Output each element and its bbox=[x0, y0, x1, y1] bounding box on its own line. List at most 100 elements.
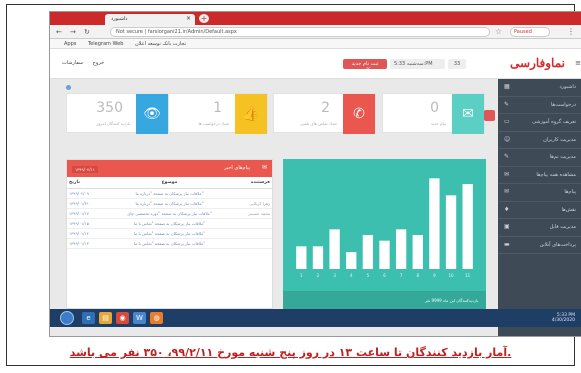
sidebar-item[interactable]: نقش‌ها ♦ bbox=[498, 202, 581, 219]
eye-icon: 👁 bbox=[136, 94, 168, 134]
chart-tick-label: 3 bbox=[333, 273, 336, 278]
chrome-icon[interactable]: ◉ bbox=[116, 312, 129, 324]
back-icon[interactable]: ← bbox=[56, 28, 62, 36]
chart-bar bbox=[296, 246, 307, 269]
recent-messages-panel: ۱۳۹۹/۰۲/۱۱ پیام‌های اخیر ✉ تاریخ موضوع ف… bbox=[66, 159, 273, 309]
sidebar-item-label: مدیریت فایل bbox=[549, 224, 576, 230]
screenshot-area: داشبورد × + ← → ↻ Not secure | farsiorga… bbox=[49, 11, 581, 337]
chart-bar bbox=[312, 246, 324, 269]
col-header-subject: موضوع bbox=[101, 177, 238, 189]
cell-date: ۱۳۹۹/۰۱/۱۳ bbox=[67, 238, 101, 249]
chart-bar bbox=[362, 235, 374, 269]
windows-taskbar: e ▤ ◉ W ◍ 5:33 PM 4/30/2020 bbox=[50, 309, 581, 327]
sidebar-item[interactable]: مشاهده همه پیام‌ها ✉ bbox=[498, 167, 581, 184]
main-content: ✉ 0 پیام جدید ✆ 2 تعداد تماس های تلفنی 👍… bbox=[50, 79, 500, 336]
sidebar-item[interactable]: مدیریت تم‌ها ✎ bbox=[498, 149, 581, 167]
cell-subject: ملاقات نیاز پزشکان به صفحه "درباره ما" bbox=[101, 198, 238, 209]
table-row[interactable]: ۱۳۹۹/۰۱/۱۵ ملاقات نیاز پزشکان به صفحه "تم… bbox=[67, 218, 272, 229]
sidebar-item[interactable]: تعریف گروه آموزشی ▭ bbox=[498, 114, 581, 132]
chart-caption: بازدیدکنندگان این ماه 9999 نفر bbox=[283, 291, 486, 309]
chart-tick-label: 4 bbox=[350, 273, 353, 278]
sidebar-item-label: مشاهده همه پیام‌ها bbox=[536, 171, 576, 178]
visitors-bar-chart: 1 2 3 4 5 6 7 8 9 10 11 bbox=[296, 178, 473, 278]
stat-card-calls[interactable]: ✆ 2 تعداد تماس های تلفنی bbox=[273, 93, 376, 134]
profile-button[interactable]: Paused bbox=[510, 27, 550, 37]
cell-date: ۱۳۹۹/۰۱/۳۱ bbox=[67, 198, 101, 209]
sidebar-item[interactable]: درخواست‌ها ✎ bbox=[498, 97, 581, 114]
chart-bar bbox=[346, 252, 357, 269]
new-tab-icon[interactable]: + bbox=[199, 14, 209, 23]
stat-label: بازدید کنندگان امروز bbox=[96, 121, 130, 126]
stat-value: 350 bbox=[96, 100, 123, 116]
messages-table: تاریخ موضوع فرستنده ۱۳۹۹/۰۲/۰۹ ملاقات نیا… bbox=[67, 177, 272, 249]
cell-date: ۱۳۹۹/۰۲/۰۹ bbox=[67, 188, 101, 199]
table-row[interactable]: ۱۳۹۹/۰۲/۰۹ ملاقات نیاز پزشکان به صفحه "در… bbox=[67, 188, 272, 199]
browser-navbar: ← → ↻ Not secure | farsiorgani21.ir/Admi… bbox=[50, 25, 581, 39]
table-row[interactable]: ۱۳۹۹/۰۱/۱۷ ملاقات نیاز پزشکان به صفحه "دو… bbox=[67, 208, 272, 219]
word-icon[interactable]: W bbox=[133, 312, 146, 324]
chart-bar bbox=[429, 178, 440, 269]
thumbs-up-icon: 👍 bbox=[235, 94, 267, 134]
table-row[interactable]: ۱۳۹۹/۰۱/۳۱ ملاقات نیاز پزشکان به صفحه "در… bbox=[67, 198, 272, 209]
chart-bar bbox=[462, 184, 473, 269]
chart-tick-label: 10 bbox=[448, 273, 454, 278]
chart-tick-label: 1 bbox=[300, 273, 303, 278]
chart-bar bbox=[395, 229, 407, 269]
edit-icon: ✎ bbox=[504, 153, 510, 160]
message-count-badge[interactable]: 33 bbox=[448, 59, 466, 69]
users-icon: ☺ bbox=[504, 135, 511, 143]
tab-title: داشبورد bbox=[111, 16, 128, 22]
cell-subject: ملاقات نیاز پزشکان به صفحه "تماس با ما" bbox=[101, 238, 238, 249]
bookmark-bank[interactable]: تجارت بانک توسعه اعلان bbox=[135, 41, 186, 47]
stat-card-visitors[interactable]: 👁 350 بازدید کنندگان امروز bbox=[66, 93, 169, 134]
stat-card-requests[interactable]: 👍 1 تعداد درخواست ها bbox=[165, 93, 268, 134]
bookmark-star-icon[interactable]: ☆ bbox=[495, 27, 502, 36]
panel-title: پیام‌های اخیر bbox=[224, 165, 250, 171]
browser-menu-icon[interactable]: ⋮ bbox=[567, 27, 575, 36]
firefox-icon[interactable]: ◍ bbox=[150, 312, 163, 324]
sidebar-item-label: پرداخت‌های آنلاین bbox=[539, 241, 576, 248]
chart-tick-label: 2 bbox=[317, 273, 320, 278]
phone-icon: ✆ bbox=[343, 94, 375, 134]
hamburger-icon[interactable]: ≡ bbox=[575, 59, 581, 67]
sidebar-item[interactable]: مدیریت فایل ▣ bbox=[498, 219, 581, 237]
visitors-chart-panel: 1 2 3 4 5 6 7 8 9 10 11 بازدیدکنندگان این ماه 9999… bbox=[283, 159, 486, 309]
cell-subject: ملاقات نیاز پزشکان به صفحه "تماس با ما" bbox=[101, 228, 238, 239]
cell-date: ۱۳۹۹/۰۱/۱۴ bbox=[67, 228, 101, 239]
start-button[interactable] bbox=[60, 311, 74, 325]
col-header-from: فرستنده bbox=[238, 177, 272, 189]
message-icon: ✉ bbox=[504, 188, 510, 195]
folder-icon[interactable]: ▤ bbox=[99, 312, 112, 324]
bookmark-telegram[interactable]: Telegram Web bbox=[88, 41, 123, 47]
bookmark-apps[interactable]: Apps bbox=[64, 41, 76, 47]
sidebar-item[interactable]: مدیریت کاربران ☺ bbox=[498, 132, 581, 149]
logout-link[interactable]: خروج bbox=[93, 60, 105, 66]
table-row[interactable]: ۱۳۹۹/۰۱/۱۴ ملاقات نیاز پزشکان به صفحه "تم… bbox=[67, 228, 272, 239]
orders-link[interactable]: سفارشات bbox=[62, 60, 83, 66]
forward-icon[interactable]: → bbox=[70, 28, 76, 36]
datetime-badge: سه‌شنبه 5:33:PM bbox=[390, 59, 445, 69]
sidebar-item[interactable]: پیام‌ها ✉ bbox=[498, 184, 581, 202]
sidebar-item-label: مدیریت تم‌ها bbox=[549, 154, 576, 160]
notification-flag[interactable] bbox=[484, 110, 495, 121]
table-row[interactable]: ۱۳۹۹/۰۱/۱۳ ملاقات نیاز پزشکان به صفحه "تم… bbox=[67, 238, 272, 249]
close-tab-icon[interactable]: × bbox=[186, 15, 191, 22]
browser-tab[interactable]: داشبورد × bbox=[105, 14, 195, 25]
stat-label: پیام جدید bbox=[430, 121, 446, 126]
address-bar[interactable]: Not secure | farsiorgani21.ir/Admin/Defa… bbox=[110, 27, 490, 37]
stat-card-messages[interactable]: ✉ 0 پیام جدید bbox=[382, 93, 485, 134]
system-tray[interactable]: 5:33 PM 4/30/2020 bbox=[552, 313, 575, 323]
chart-tick-label: 5 bbox=[367, 273, 370, 278]
sidebar-item[interactable]: پرداخت‌های آنلاین ▬ bbox=[498, 237, 581, 254]
sidebar-item[interactable]: داشبورد ▦ bbox=[498, 79, 581, 97]
cell-from: زهرا کربلایی bbox=[238, 198, 272, 209]
reload-icon[interactable]: ↻ bbox=[84, 28, 90, 36]
chart-tick-label: 6 bbox=[383, 273, 386, 278]
site-logo[interactable]: نماوفارسی bbox=[510, 56, 565, 70]
chart-tick-label: 8 bbox=[416, 273, 419, 278]
chart-bar bbox=[379, 240, 390, 269]
explorer-icon[interactable]: e bbox=[82, 312, 95, 324]
stat-value: 2 bbox=[321, 100, 330, 116]
card-icon: ▬ bbox=[504, 240, 510, 248]
new-user-badge[interactable]: ثبت نام جدید کاربر bbox=[343, 59, 387, 73]
